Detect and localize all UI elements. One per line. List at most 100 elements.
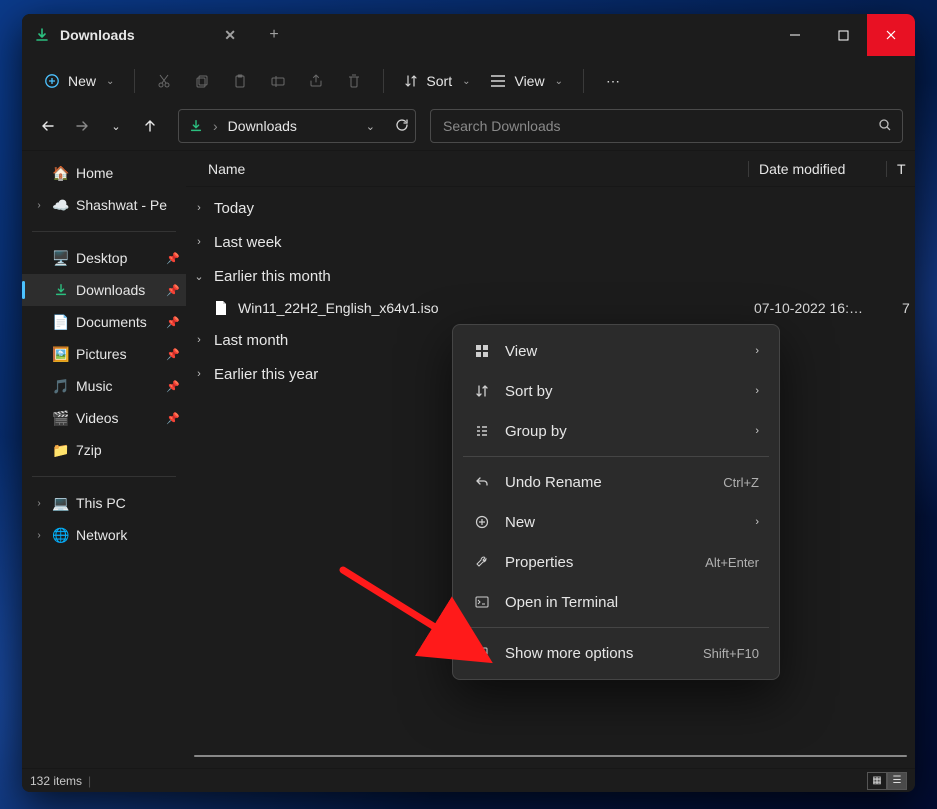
sidebar-item-videos[interactable]: 🎬 Videos 📌: [22, 402, 186, 434]
breadcrumb-downloads[interactable]: Downloads: [228, 118, 297, 134]
back-button[interactable]: [34, 112, 62, 140]
context-separator: [463, 456, 769, 457]
terminal-icon: [473, 595, 491, 609]
pin-icon: 📌: [166, 252, 180, 265]
up-button[interactable]: [136, 112, 164, 140]
sidebar-item-network[interactable]: ›🌐 Network: [22, 519, 186, 551]
status-item-count: 132 items: [30, 774, 82, 788]
context-show-more-options[interactable]: Show more options Shift+F10: [459, 633, 773, 673]
toolbar-separator: [383, 69, 384, 93]
new-button[interactable]: New ⌄: [34, 64, 124, 98]
pin-icon: 📌: [166, 316, 180, 329]
address-dropdown-button[interactable]: ⌄: [366, 120, 375, 133]
context-open-terminal[interactable]: Open in Terminal: [459, 582, 773, 622]
sidebar-item-label: 7zip: [76, 442, 180, 458]
titlebar: Downloads ✕ +: [22, 14, 915, 56]
group-earlier-this-month[interactable]: ⌄Earlier this month: [186, 259, 915, 293]
sidebar-item-7zip[interactable]: 📁 7zip: [22, 434, 186, 466]
group-today[interactable]: ›Today: [186, 191, 915, 225]
group-label: Last month: [214, 332, 288, 349]
rename-button[interactable]: [259, 64, 297, 98]
cloud-icon: ☁️: [52, 197, 70, 214]
column-type[interactable]: T: [886, 161, 906, 177]
search-input[interactable]: [441, 117, 878, 135]
context-sort-by[interactable]: Sort by ›: [459, 371, 773, 411]
column-headers: Name Date modified T: [186, 151, 915, 187]
group-last-week[interactable]: ›Last week: [186, 225, 915, 259]
sidebar-item-label: This PC: [76, 495, 180, 511]
context-properties[interactable]: Properties Alt+Enter: [459, 542, 773, 582]
sidebar-item-label: Desktop: [76, 250, 160, 266]
sidebar-item-label: Home: [76, 165, 180, 181]
pc-icon: 💻: [52, 495, 70, 512]
copy-button[interactable]: [183, 64, 221, 98]
sort-button[interactable]: Sort ⌄: [394, 64, 480, 98]
sidebar-item-pictures[interactable]: 🖼️ Pictures 📌: [22, 338, 186, 370]
details-view-button[interactable]: ☰: [887, 772, 907, 790]
column-date-modified[interactable]: Date modified: [748, 161, 886, 177]
tab-downloads[interactable]: Downloads ✕: [22, 14, 254, 56]
videos-icon: 🎬: [52, 410, 70, 427]
address-row: ⌄ › Downloads ⌄: [22, 106, 915, 150]
context-label: Show more options: [505, 645, 689, 662]
desktop-icon: 🖥️: [52, 250, 70, 267]
pin-icon: 📌: [166, 412, 180, 425]
download-icon: [189, 119, 203, 133]
tab-label: Downloads: [60, 27, 135, 43]
context-separator: [463, 627, 769, 628]
chevron-right-icon: ›: [32, 530, 46, 541]
folder-icon: 📁: [52, 442, 70, 459]
context-view[interactable]: View ›: [459, 331, 773, 371]
minimize-button[interactable]: [771, 14, 819, 56]
breadcrumb-separator: ›: [213, 118, 218, 134]
refresh-button[interactable]: [395, 118, 409, 135]
download-icon: [34, 27, 50, 43]
thumbnails-view-button[interactable]: ▦: [867, 772, 887, 790]
more-options-button[interactable]: ⋯: [594, 64, 632, 98]
address-bar[interactable]: › Downloads ⌄: [178, 109, 416, 143]
close-button[interactable]: [867, 14, 915, 56]
toolbar-separator: [583, 69, 584, 93]
sidebar-separator: [32, 231, 176, 232]
sidebar-item-onedrive[interactable]: ›☁️ Shashwat - Pe: [22, 189, 186, 221]
context-label: View: [505, 343, 741, 360]
chevron-right-icon: ›: [32, 498, 46, 509]
file-row[interactable]: Win11_22H2_English_x64v1.iso 07-10-2022 …: [186, 293, 915, 323]
chevron-right-icon: ›: [192, 236, 206, 248]
sidebar-item-downloads[interactable]: Downloads 📌: [22, 274, 186, 306]
cut-button[interactable]: [145, 64, 183, 98]
sidebar-item-label: Pictures: [76, 346, 160, 362]
expand-icon: [473, 646, 491, 660]
sidebar-item-music[interactable]: 🎵 Music 📌: [22, 370, 186, 402]
share-button[interactable]: [297, 64, 335, 98]
toolbar-separator: [134, 69, 135, 93]
music-icon: 🎵: [52, 378, 70, 395]
paste-button[interactable]: [221, 64, 259, 98]
tab-close-button[interactable]: ✕: [218, 23, 242, 48]
horizontal-scrollbar[interactable]: [194, 755, 907, 757]
view-mode-toggle: ▦ ☰: [867, 772, 907, 790]
view-button[interactable]: View ⌄: [480, 64, 572, 98]
context-label: Properties: [505, 554, 691, 571]
search-bar[interactable]: [430, 109, 903, 143]
context-shortcut: Ctrl+Z: [723, 475, 759, 490]
titlebar-drag-area[interactable]: [294, 14, 771, 56]
sidebar-item-thispc[interactable]: › 💻 This PC: [22, 487, 186, 519]
file-icon: [212, 300, 230, 316]
context-shortcut: Shift+F10: [703, 646, 759, 661]
context-new[interactable]: New ›: [459, 502, 773, 542]
delete-button[interactable]: [335, 64, 373, 98]
recent-locations-button[interactable]: ⌄: [102, 112, 130, 140]
sidebar-item-desktop[interactable]: 🖥️ Desktop 📌: [22, 242, 186, 274]
context-group-by[interactable]: Group by ›: [459, 411, 773, 451]
context-undo-rename[interactable]: Undo Rename Ctrl+Z: [459, 462, 773, 502]
sidebar-item-documents[interactable]: 📄 Documents 📌: [22, 306, 186, 338]
chevron-down-icon: ⌄: [192, 270, 206, 283]
chevron-down-icon: ⌄: [462, 76, 470, 87]
context-label: Group by: [505, 423, 741, 440]
new-tab-button[interactable]: +: [254, 14, 294, 56]
sidebar-item-home[interactable]: 🏠 Home: [22, 157, 186, 189]
maximize-button[interactable]: [819, 14, 867, 56]
column-name[interactable]: Name: [208, 161, 748, 177]
forward-button[interactable]: [68, 112, 96, 140]
